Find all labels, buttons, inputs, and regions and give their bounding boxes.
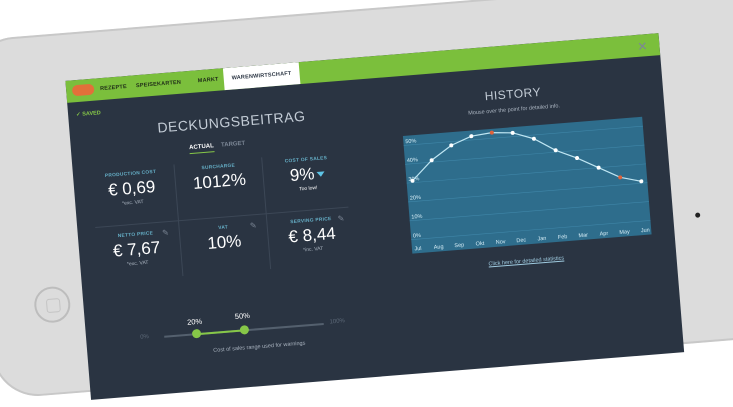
y-tick-label: 20% (410, 195, 422, 202)
y-tick-label: 0% (413, 233, 422, 240)
metric-value-text: 9% (289, 164, 316, 186)
slider-low-label: 20% (186, 316, 203, 327)
down-triangle-icon (316, 171, 325, 178)
metrics-grid: PRODUCTION COST € 0,69 *exc. VAT SURCHAR… (86, 146, 357, 287)
y-tick-label: 10% (411, 214, 423, 221)
page-title: DECKUNGSBEITRAG (156, 107, 306, 136)
range-min-label: 0% (139, 334, 150, 341)
history-panel: HISTORY Mouse over the point for detaile… (377, 62, 663, 293)
camera-dot (695, 212, 701, 218)
tablet-frame: REZEPTE SPEISEKARTEN MARKT WARENWIRTSCHA… (0, 0, 733, 400)
nav-item-markt[interactable]: MARKT (197, 69, 220, 93)
home-button[interactable] (32, 285, 72, 325)
cost-range-slider: 0% 100% 20% 50% Cost of sales range used… (139, 301, 373, 359)
metric-value: 1012% (192, 169, 247, 193)
slider-high-label: 50% (234, 310, 251, 322)
metric-surcharge: SURCHARGE 1012% (174, 153, 266, 220)
x-tick-label: Feb (558, 234, 568, 241)
metric-value: 10% (206, 231, 243, 253)
y-tick-label: 40% (407, 157, 419, 164)
x-tick-label: Jan (537, 236, 546, 243)
metric-cost-of-sales: COST OF SALES 9% Too low! (262, 146, 354, 213)
logo-icon (71, 83, 95, 97)
metric-netto-price: NETTO PRICE € 7,67 *exc. VAT ✎ (91, 221, 183, 288)
app-screen: REZEPTE SPEISEKARTEN MARKT WARENWIRTSCHA… (65, 33, 685, 400)
metric-production-cost: PRODUCTION COST € 0,69 *exc. VAT (86, 161, 178, 228)
edit-pencil-icon[interactable]: ✎ (250, 221, 257, 231)
close-icon[interactable]: ✕ (637, 39, 648, 54)
metric-vat: VAT 10% ✎ (179, 214, 271, 281)
nav-item-rezepte[interactable]: REZEPTE (99, 76, 127, 100)
tab-target[interactable]: TARGET (221, 141, 246, 149)
x-tick-label: Mar (578, 232, 588, 239)
x-tick-label: Nov (496, 239, 506, 246)
metric-serving-price: SERVING PRICE € 8,44 *inc. VAT ✎ (267, 207, 359, 274)
nav-item-warenwirtschaft[interactable]: WARENWIRTSCHAFT (222, 62, 301, 91)
edit-pencil-icon[interactable]: ✎ (162, 228, 169, 238)
slider-caption: Cost of sales range used for warnings (213, 340, 306, 354)
saved-status: ✓ SAVED (75, 110, 102, 119)
edit-pencil-icon[interactable]: ✎ (337, 214, 344, 224)
x-tick-label: Jul (414, 246, 421, 253)
x-tick-label: Apr (599, 231, 608, 238)
slider-handle-high[interactable] (239, 325, 249, 335)
tab-actual[interactable]: ACTUAL (188, 143, 215, 155)
x-tick-label: Dec (516, 237, 526, 244)
nav-item-speisekarten[interactable]: SPEISEKARTEN (135, 72, 182, 98)
x-tick-label: Sep (454, 242, 464, 249)
x-tick-label: Jun (641, 228, 650, 235)
x-tick-label: May (619, 229, 630, 236)
history-chart[interactable]: 0%10%20%30%40%50%JulAugSepOktNovDecJanFe… (380, 108, 660, 269)
x-tick-label: Okt (475, 241, 484, 248)
range-max-label: 100% (329, 318, 346, 326)
y-tick-label: 50% (405, 138, 417, 145)
slider-range-fill (196, 329, 245, 336)
x-tick-label: Aug (434, 244, 444, 251)
